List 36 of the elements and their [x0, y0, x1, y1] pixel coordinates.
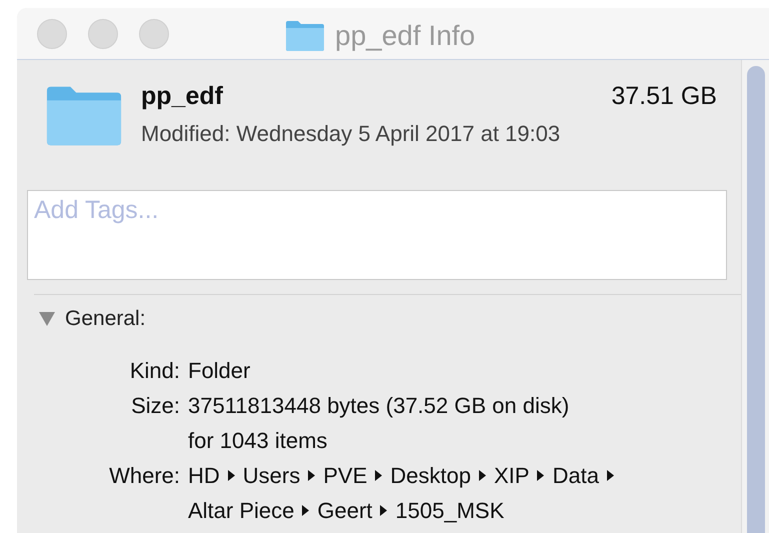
window-control[interactable]	[139, 18, 169, 48]
window-control[interactable]	[37, 18, 67, 48]
file-name: pp_edf	[141, 82, 223, 111]
path-segment[interactable]: 1505_MSK	[395, 493, 504, 528]
path-segment[interactable]: Users	[242, 458, 300, 493]
info-value: Folder	[188, 357, 250, 385]
info-value: 37511813448 bytes (37.52 GB on disk)	[188, 392, 570, 420]
window-control[interactable]	[88, 18, 118, 48]
path-arrow-icon	[606, 470, 614, 481]
path-arrow-icon	[302, 505, 310, 516]
path-arrow-icon	[375, 470, 382, 481]
path-arrow-icon	[478, 470, 486, 481]
path-arrow-icon	[308, 470, 316, 481]
info-value: for 1043 items	[188, 427, 328, 455]
info-label: Size:	[131, 392, 180, 420]
path-segment[interactable]: Data	[552, 458, 599, 493]
path-segment[interactable]: HD	[188, 458, 220, 493]
path-segment[interactable]: PVE	[323, 458, 368, 493]
file-size: 37.51 GB	[611, 82, 717, 111]
info-label: Kind:	[130, 357, 180, 385]
path-arrow-icon	[537, 470, 544, 481]
folder-icon	[285, 19, 325, 53]
tags-field[interactable]: Add Tags...	[27, 190, 727, 280]
path-segment[interactable]: XIP	[494, 458, 530, 493]
scrollbar-thumb[interactable]	[746, 66, 764, 533]
folder-icon	[45, 84, 123, 148]
modified-date: Modified: Wednesday 5 April 2017 at 19:03	[141, 121, 562, 147]
path-segment[interactable]: Geert	[317, 493, 372, 528]
path-arrow-icon	[380, 505, 388, 516]
disclosure-triangle-icon	[39, 312, 55, 326]
path-segment[interactable]: Desktop	[390, 458, 471, 493]
general-section-toggle[interactable]: General:	[39, 307, 146, 331]
path-segment[interactable]: Altar Piece	[188, 493, 294, 528]
path-arrow-icon	[228, 470, 235, 481]
info-label: Where:	[109, 462, 180, 490]
window-title: pp_edf Info	[335, 20, 476, 52]
